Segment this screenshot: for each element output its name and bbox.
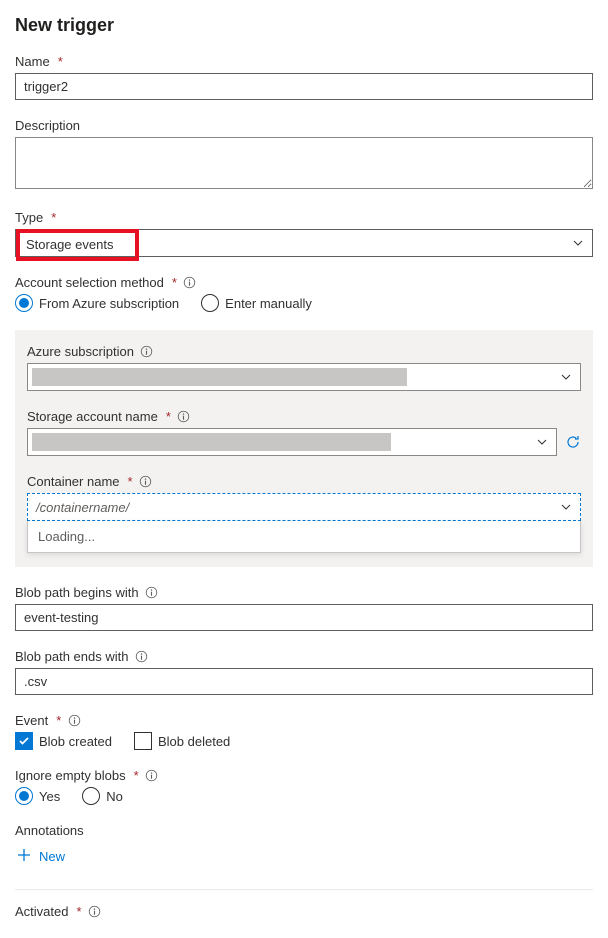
path-begins-input[interactable] xyxy=(15,604,593,631)
checkbox-blob-deleted[interactable]: Blob deleted xyxy=(134,732,230,750)
description-label: Description xyxy=(15,118,593,133)
info-icon[interactable] xyxy=(145,586,159,600)
refresh-icon[interactable] xyxy=(565,434,581,450)
ignore-empty-label: Ignore empty blobs* xyxy=(15,768,593,783)
event-label: Event* xyxy=(15,713,593,728)
annotations-label: Annotations xyxy=(15,823,593,838)
container-label: Container name* xyxy=(27,474,581,489)
azure-sub-label: Azure subscription xyxy=(27,344,581,359)
container-select[interactable]: /containername/ xyxy=(27,493,581,521)
radio-ignore-no[interactable]: No xyxy=(82,787,123,805)
storage-acct-label: Storage account name* xyxy=(27,409,581,424)
add-annotation-button[interactable]: New xyxy=(15,842,593,871)
name-label: Name* xyxy=(15,54,593,69)
type-label: Type* xyxy=(15,210,593,225)
info-icon[interactable] xyxy=(140,345,154,359)
storage-acct-select[interactable] xyxy=(27,428,557,456)
chevron-down-icon xyxy=(572,237,584,249)
info-icon[interactable] xyxy=(134,650,148,664)
chevron-down-icon xyxy=(536,436,548,448)
info-icon[interactable] xyxy=(139,475,153,489)
info-icon[interactable] xyxy=(183,276,197,290)
chevron-down-icon xyxy=(560,501,572,513)
info-icon[interactable] xyxy=(88,905,102,919)
checkmark-icon xyxy=(15,732,33,750)
activated-label: Activated* xyxy=(15,904,593,919)
info-icon[interactable] xyxy=(145,769,159,783)
container-dropdown-loading: Loading... xyxy=(27,521,581,553)
radio-from-subscription[interactable]: From Azure subscription xyxy=(15,294,179,312)
name-input[interactable] xyxy=(15,73,593,100)
plus-icon xyxy=(17,848,31,865)
info-icon[interactable] xyxy=(177,410,191,424)
acct-method-label: Account selection method* xyxy=(15,275,593,290)
type-select[interactable]: Storage events xyxy=(15,229,593,257)
path-ends-input[interactable] xyxy=(15,668,593,695)
azure-sub-select[interactable] xyxy=(27,363,581,391)
separator xyxy=(15,889,593,890)
path-begins-label: Blob path begins with xyxy=(15,585,593,600)
chevron-down-icon xyxy=(560,371,572,383)
radio-ignore-yes[interactable]: Yes xyxy=(15,787,60,805)
checkbox-blob-created[interactable]: Blob created xyxy=(15,732,112,750)
radio-enter-manually[interactable]: Enter manually xyxy=(201,294,312,312)
path-ends-label: Blob path ends with xyxy=(15,649,593,664)
page-title: New trigger xyxy=(15,15,593,36)
description-input[interactable] xyxy=(15,137,593,189)
info-icon[interactable] xyxy=(67,714,81,728)
